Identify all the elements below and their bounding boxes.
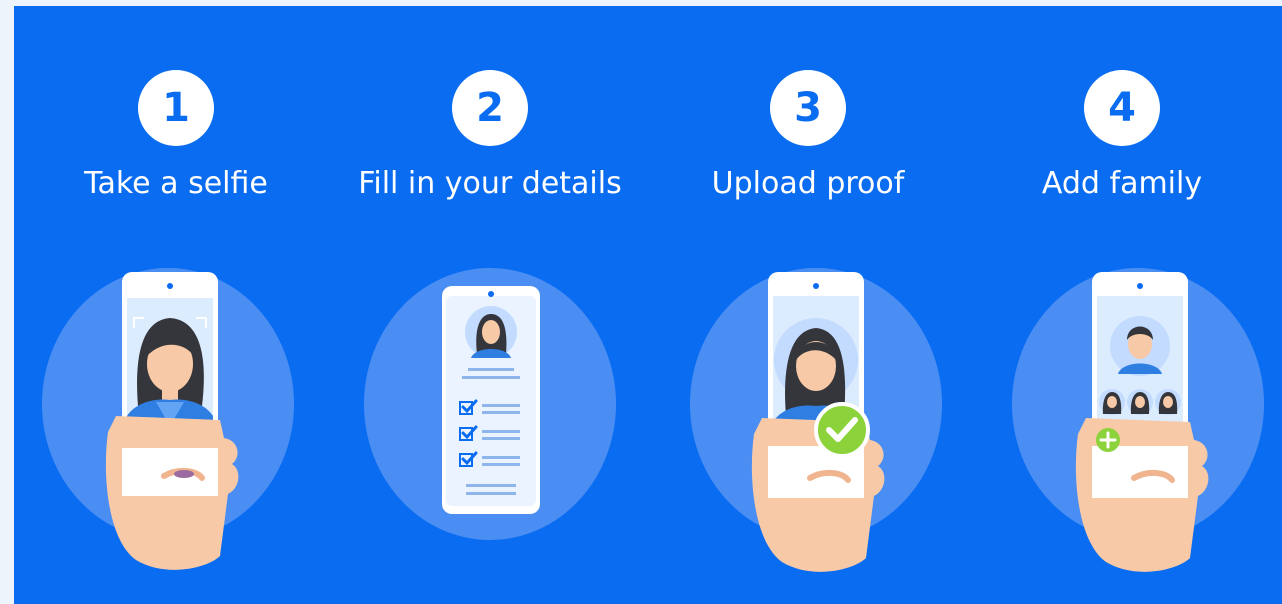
selfie-phone-icon xyxy=(16,256,336,604)
step-title: Upload proof xyxy=(711,166,905,201)
step-number-badge: 3 xyxy=(770,70,846,146)
details-form-phone-icon xyxy=(330,256,650,604)
step-number-badge: 2 xyxy=(452,70,528,146)
step-number: 2 xyxy=(476,85,504,131)
step-3: 3 Upload proof xyxy=(648,6,968,604)
step-number-badge: 1 xyxy=(138,70,214,146)
add-family-phone-icon xyxy=(962,256,1282,604)
step-2: 2 Fill in your details xyxy=(330,6,650,604)
steps-panel: 1 Take a selfie 2 Fill in your details 3… xyxy=(14,6,1282,604)
step-number: 4 xyxy=(1108,85,1136,131)
step-number: 3 xyxy=(794,85,822,131)
step-title: Add family xyxy=(1041,166,1203,201)
step-4: 4 Add family xyxy=(962,6,1282,604)
step-number: 1 xyxy=(162,85,190,131)
upload-proof-phone-icon xyxy=(648,256,968,604)
step-title: Fill in your details xyxy=(358,166,622,201)
step-title: Take a selfie xyxy=(84,166,268,201)
step-1: 1 Take a selfie xyxy=(16,6,336,604)
step-number-badge: 4 xyxy=(1084,70,1160,146)
